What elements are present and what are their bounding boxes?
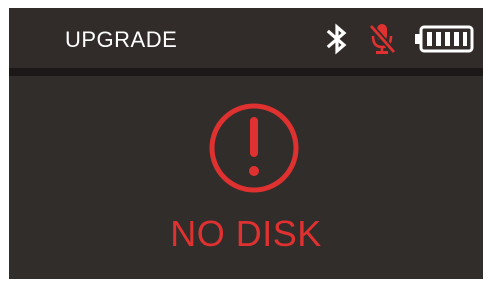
- header-divider: [9, 68, 483, 76]
- microphone-muted-icon: [368, 24, 396, 54]
- battery-full-icon: [415, 25, 474, 53]
- error-message: NO DISK: [170, 213, 322, 254]
- bluetooth-icon: [326, 23, 347, 55]
- status-bar: UPGRADE: [9, 8, 483, 68]
- exclamation-circle-icon: [209, 103, 299, 193]
- screen-title: UPGRADE: [65, 27, 178, 52]
- device-screen: UPGRADE NO DISK: [9, 8, 483, 279]
